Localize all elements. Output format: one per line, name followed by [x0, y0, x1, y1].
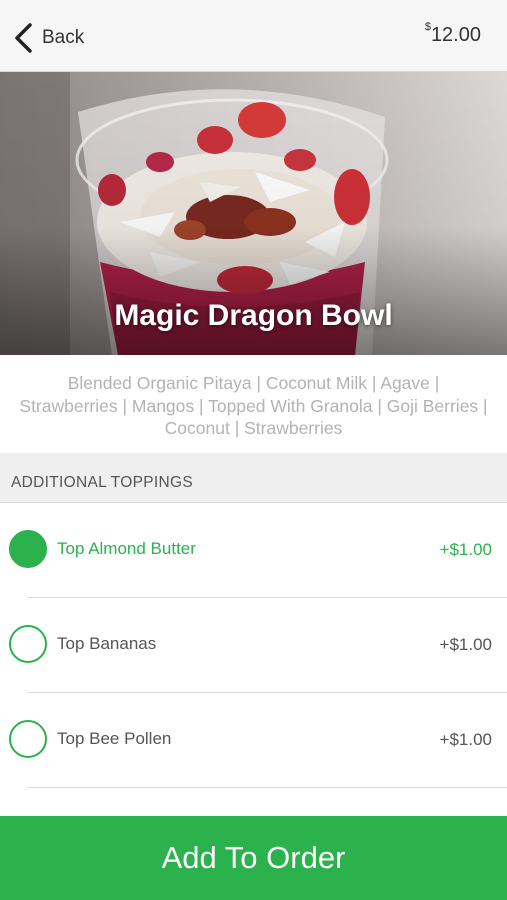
product-hero: Magic Dragon Bowl [0, 72, 507, 355]
item-price: $12.00 [424, 21, 481, 47]
topping-price: +$1.00 [439, 635, 492, 654]
topping-row-bananas[interactable]: Top Bananas +$1.00 [0, 598, 507, 693]
topping-name: Top Bee Pollen [57, 729, 172, 748]
topping-row-almond-butter[interactable]: Top Almond Butter +$1.00 [0, 503, 507, 598]
nav-header: Back $12.00 [0, 0, 507, 72]
row-divider [27, 787, 507, 788]
topping-price: +$1.00 [439, 730, 492, 749]
topping-name: Top Bananas [57, 634, 157, 653]
toppings-list: Top Almond Butter +$1.00 Top Bananas +$1… [0, 503, 507, 788]
topping-name: Top Almond Butter [57, 539, 196, 558]
price-amount: 12.00 [430, 24, 481, 46]
topping-price: +$1.00 [439, 540, 492, 559]
topping-row-bee-pollen[interactable]: Top Bee Pollen +$1.00 [0, 693, 507, 788]
chevron-left-icon [15, 23, 32, 53]
toppings-heading: ADDITIONAL TOPPINGS [11, 474, 193, 491]
add-to-order-button[interactable]: Add To Order [0, 816, 507, 900]
back-button[interactable]: Back [12, 20, 84, 56]
product-description: Blended Organic Pitaya | Coconut Milk | … [19, 373, 488, 438]
radio-circle-icon[interactable] [9, 530, 47, 568]
toppings-section-header: ADDITIONAL TOPPINGS [0, 453, 507, 503]
back-label: Back [42, 27, 85, 48]
price-currency: $ [424, 21, 431, 34]
product-title: Magic Dragon Bowl [114, 299, 393, 332]
radio-circle-icon[interactable] [9, 625, 47, 663]
radio-circle-icon[interactable] [9, 720, 47, 758]
